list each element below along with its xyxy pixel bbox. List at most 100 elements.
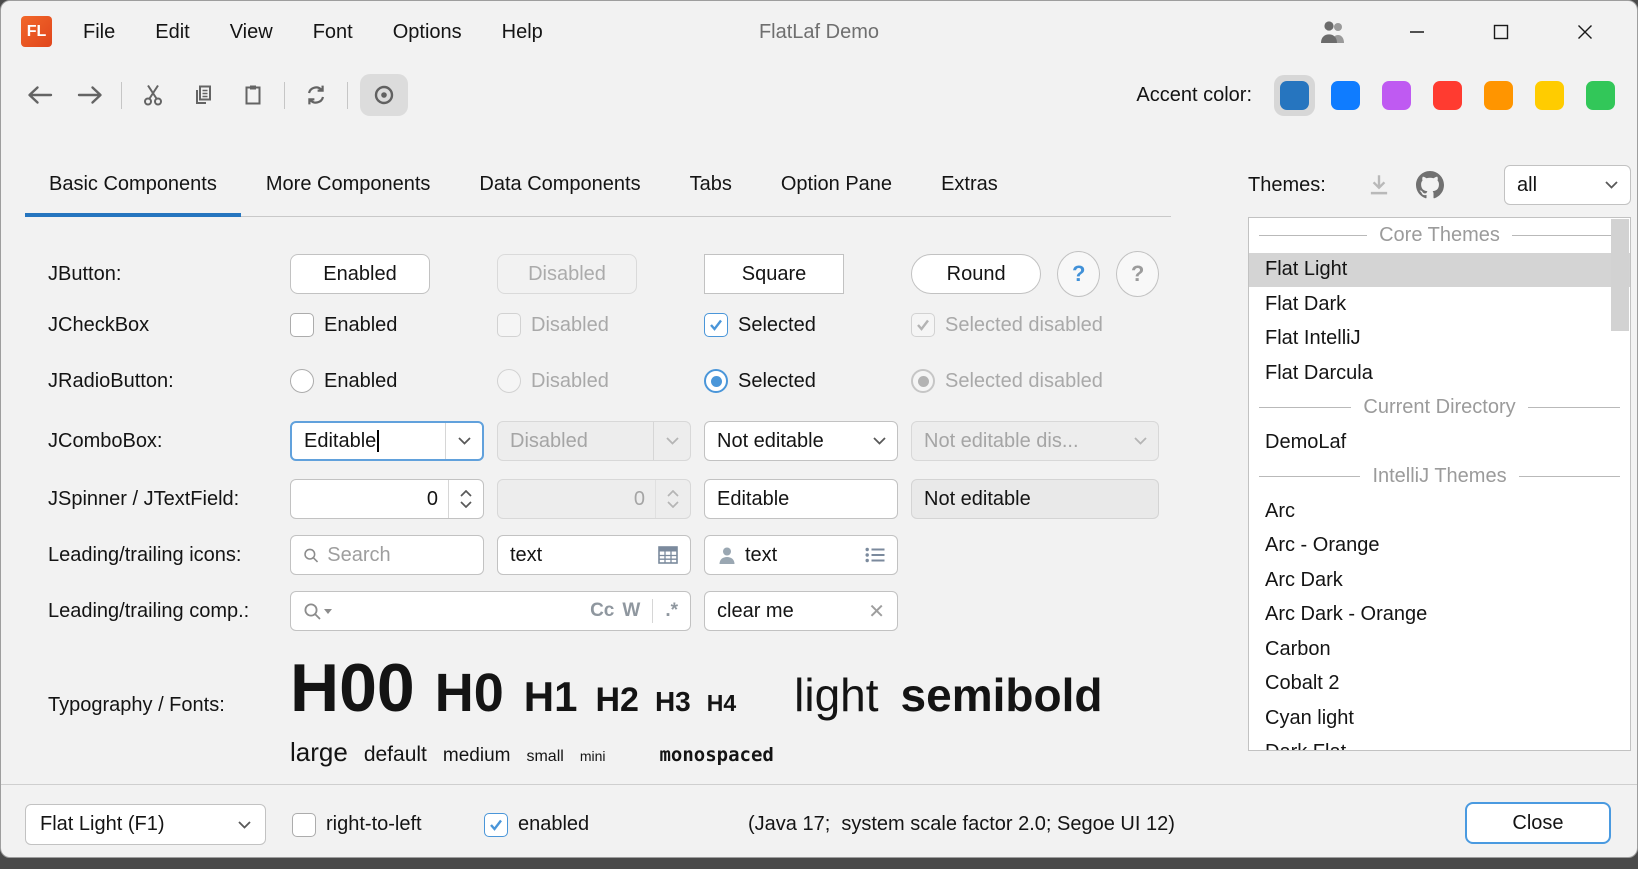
users-icon[interactable] (1291, 1, 1375, 63)
minimize-button[interactable] (1375, 1, 1459, 63)
tab[interactable]: More Components (266, 153, 431, 216)
radio-disabled: Disabled (497, 369, 691, 393)
regex-button[interactable]: .* (665, 600, 678, 622)
square-button[interactable]: Square (704, 254, 844, 294)
theme-list-item[interactable]: Flat Dark (1249, 287, 1630, 322)
themes-filter-value: all (1517, 174, 1537, 197)
accent-swatch-color (1484, 81, 1513, 110)
spinner-enabled[interactable]: 0 (290, 479, 484, 519)
copy-icon[interactable] (184, 76, 222, 114)
chevron-up-icon (460, 490, 472, 497)
search-with-options-field[interactable]: Cc W .* (290, 591, 691, 631)
forward-icon[interactable] (71, 76, 109, 114)
jbutton-row: JButton: Enabled Disabled Square Round ?… (48, 251, 1172, 297)
search-menu-icon[interactable] (303, 602, 332, 621)
light-sample: light (794, 668, 878, 722)
theme-list-item[interactable]: Flat Light (1249, 253, 1630, 288)
combobox-arrow-button[interactable] (445, 423, 482, 459)
accent-swatch[interactable] (1529, 75, 1570, 116)
accent-swatch[interactable] (1274, 75, 1315, 116)
themes-filter-combobox[interactable]: all (1504, 165, 1631, 205)
tab[interactable]: Data Components (479, 153, 640, 216)
help-button-gray[interactable]: ? (1116, 251, 1159, 297)
menu-item[interactable]: Edit (155, 21, 189, 44)
list-icon (865, 547, 885, 563)
theme-list-item[interactable]: Flat IntelliJ (1249, 322, 1630, 357)
radio-enabled[interactable]: Enabled (290, 369, 484, 393)
menu-item[interactable]: Options (393, 21, 462, 44)
checkbox-icon (497, 313, 521, 337)
theme-list-item[interactable]: Carbon (1249, 632, 1630, 667)
radio-selected-disabled: Selected disabled (911, 369, 1159, 393)
theme-list-item[interactable]: Cobalt 2 (1249, 667, 1630, 702)
right-to-left-checkbox[interactable]: right-to-left (292, 804, 422, 845)
theme-list-item[interactable]: Flat Darcula (1249, 356, 1630, 391)
typography-label: Typography / Fonts: (48, 694, 290, 717)
search-icon (303, 546, 319, 565)
checkbox-icon (292, 813, 316, 837)
checkbox-selected[interactable]: Selected (704, 313, 898, 337)
maximize-button[interactable] (1459, 1, 1543, 63)
round-button[interactable]: Round (911, 254, 1041, 294)
theme-list-item[interactable]: IntelliJ Themes (1249, 460, 1630, 495)
toolbar (21, 73, 408, 117)
whole-word-button[interactable]: W (622, 600, 640, 622)
search-input[interactable] (327, 544, 471, 567)
match-case-button[interactable]: Cc (590, 600, 614, 622)
themes-scrollbar[interactable] (1611, 219, 1629, 331)
menu-item[interactable]: Font (313, 21, 353, 44)
menu-item[interactable]: Help (502, 21, 543, 44)
accent-swatch[interactable] (1478, 75, 1519, 116)
jradiobutton-label: JRadioButton: (48, 370, 290, 393)
refresh-icon[interactable] (297, 76, 335, 114)
clearable-field[interactable]: clear me ✕ (704, 591, 898, 631)
lookandfeel-combobox[interactable]: Flat Light (F1) (25, 804, 266, 845)
combobox-not-editable[interactable]: Not editable (704, 421, 898, 461)
theme-list-item[interactable]: Core Themes (1249, 218, 1630, 253)
clear-icon[interactable]: ✕ (868, 599, 885, 624)
text-field-user-list[interactable]: text (704, 535, 898, 575)
tab[interactable]: Option Pane (781, 153, 892, 216)
back-icon[interactable] (21, 76, 59, 114)
theme-list-item[interactable]: Cyan light (1249, 701, 1630, 736)
enabled-checkbox[interactable]: enabled (484, 804, 589, 845)
menu-item[interactable]: View (230, 21, 273, 44)
cut-icon[interactable] (134, 76, 172, 114)
theme-list-item[interactable]: Dark Flat (1249, 736, 1630, 752)
tab[interactable]: Tabs (690, 153, 732, 216)
radio-selected[interactable]: Selected (704, 369, 898, 393)
accent-swatch[interactable] (1325, 75, 1366, 116)
table-icon (658, 546, 678, 564)
accent-swatch[interactable] (1376, 75, 1417, 116)
text-field-table[interactable]: text (497, 535, 691, 575)
theme-list-item[interactable]: Arc (1249, 494, 1630, 529)
search-field[interactable] (290, 535, 484, 575)
theme-list-item[interactable]: Arc - Orange (1249, 529, 1630, 564)
theme-list-item[interactable]: Arc Dark - Orange (1249, 598, 1630, 633)
accent-swatch[interactable] (1427, 75, 1468, 116)
checkbox-enabled[interactable]: Enabled (290, 313, 484, 337)
checkbox-selected-disabled: Selected disabled (911, 313, 1159, 337)
theme-list-item[interactable]: DemoLaf (1249, 425, 1630, 460)
theme-list-item[interactable]: Arc Dark (1249, 563, 1630, 598)
enabled-button[interactable]: Enabled (290, 254, 430, 294)
combobox-editable[interactable]: Editable (290, 421, 484, 461)
github-icon[interactable] (1416, 171, 1444, 199)
menu-item[interactable]: File (83, 21, 115, 44)
radio-selected-icon (911, 369, 935, 393)
show-hover-toggle[interactable] (360, 74, 408, 116)
spinner-buttons[interactable] (448, 480, 483, 518)
radio-icon (497, 369, 521, 393)
help-button-blue[interactable]: ? (1057, 251, 1100, 297)
close-button[interactable]: Close (1465, 802, 1611, 844)
accent-swatch[interactable] (1580, 75, 1621, 116)
icons-row: Leading/trailing icons: text text (48, 535, 911, 575)
tab[interactable]: Extras (941, 153, 998, 216)
textfield-editable[interactable]: Editable (704, 479, 898, 519)
toolbar-divider (121, 82, 122, 109)
paste-icon[interactable] (234, 76, 272, 114)
tab[interactable]: Basic Components (49, 153, 217, 216)
download-icon[interactable] (1366, 172, 1392, 198)
close-window-button[interactable] (1543, 1, 1627, 63)
theme-list-item[interactable]: Current Directory (1249, 391, 1630, 426)
